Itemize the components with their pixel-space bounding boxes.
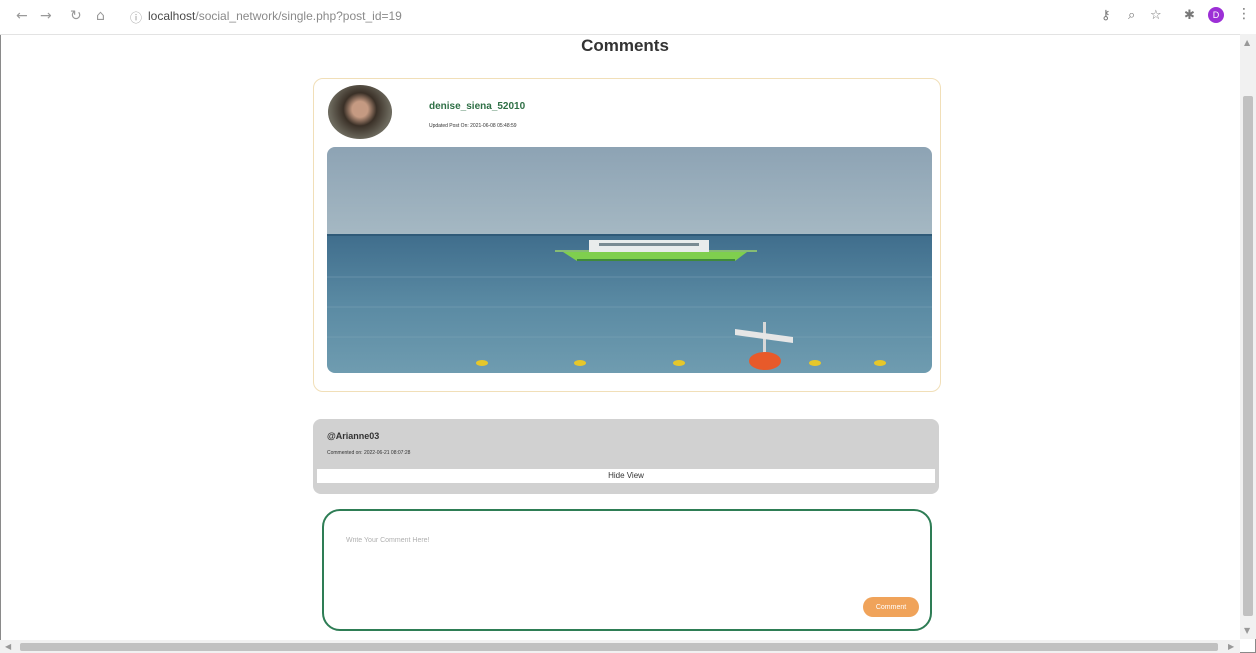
vertical-scrollbar[interactable]: ▲ ▼	[1240, 34, 1256, 639]
scroll-left-icon[interactable]: ◀	[5, 642, 11, 651]
extensions-icon[interactable]: ✱	[1184, 8, 1195, 24]
post-timestamp: Updated Post On: 2021-06-08 05:48:59	[429, 123, 517, 129]
scroll-right-icon[interactable]: ▶	[1228, 642, 1234, 651]
profile-avatar[interactable]: D	[1208, 7, 1224, 23]
vertical-scroll-thumb[interactable]	[1243, 96, 1253, 616]
comment-input[interactable]	[346, 537, 866, 544]
sea-boat-photo	[327, 147, 932, 373]
star-icon[interactable]: ☆	[1150, 8, 1162, 24]
home-icon[interactable]: ⌂	[96, 8, 105, 24]
forward-icon[interactable]: →	[40, 8, 52, 24]
horizontal-scrollbar[interactable]: ◀ ▶	[0, 640, 1240, 653]
page-title: Comments	[581, 36, 669, 55]
browser-toolbar: ← → ↻ ⌂ ⓘ localhost/social_network/singl…	[0, 0, 1256, 35]
post-author-avatar[interactable]	[328, 85, 392, 139]
comment-form: Comment	[322, 509, 932, 631]
scroll-up-icon[interactable]: ▲	[1244, 38, 1250, 47]
key-icon[interactable]: ⚷	[1101, 8, 1111, 24]
comment-submit-button[interactable]: Comment	[863, 597, 919, 617]
post-card: denise_siena_52010 Updated Post On: 2021…	[313, 78, 941, 392]
post-username[interactable]: denise_siena_52010	[429, 101, 525, 112]
reload-icon[interactable]: ↻	[70, 8, 82, 24]
horizontal-scroll-thumb[interactable]	[20, 643, 1218, 651]
url-text: localhost/social_network/single.php?post…	[148, 9, 402, 23]
post-image[interactable]	[327, 147, 932, 373]
url-host: localhost	[148, 9, 196, 23]
address-bar[interactable]: ⓘ localhost/social_network/single.php?po…	[122, 8, 1192, 26]
site-info-icon[interactable]: ⓘ	[130, 9, 142, 26]
comment-card: @Arianne03 Commented on: 2022-06-21 08:0…	[313, 419, 939, 494]
hide-view-button[interactable]: Hide View	[317, 469, 935, 483]
scroll-down-icon[interactable]: ▼	[1244, 626, 1250, 635]
url-path: /social_network/single.php?post_id=19	[195, 9, 402, 23]
menu-icon[interactable]: ⋮	[1237, 6, 1251, 22]
back-icon[interactable]: ←	[16, 8, 28, 24]
comment-username[interactable]: @Arianne03	[327, 431, 379, 441]
comment-timestamp: Commented on: 2022-06-21 08:07:28	[327, 450, 411, 456]
zoom-icon[interactable]: ⌕	[1128, 8, 1135, 24]
